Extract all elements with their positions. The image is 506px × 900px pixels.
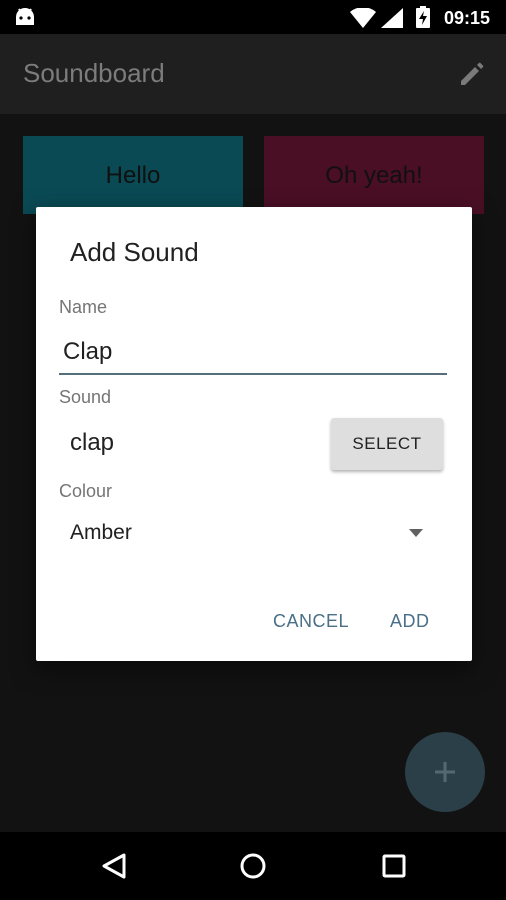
colour-dropdown[interactable]: Amber	[59, 507, 443, 557]
select-sound-button[interactable]: SELECT	[331, 418, 443, 470]
chevron-down-icon	[409, 529, 423, 537]
sound-tile-hello[interactable]: Hello	[23, 136, 243, 214]
add-button[interactable]: ADD	[390, 611, 430, 632]
battery-charging-icon	[416, 6, 430, 28]
status-time: 09:15	[444, 8, 491, 28]
name-field[interactable]	[59, 331, 447, 375]
wifi-icon	[350, 8, 376, 28]
plus-icon	[435, 762, 455, 782]
app-title: Soundboard	[23, 58, 165, 88]
signal-icon	[381, 8, 403, 28]
android-icon	[16, 8, 34, 25]
edit-icon[interactable]	[458, 60, 486, 88]
recents-icon[interactable]	[382, 854, 406, 878]
sound-tile-oh-yeah[interactable]: Oh yeah!	[264, 136, 484, 214]
app-bar: Soundboard	[0, 34, 506, 114]
sound-label: Sound	[59, 387, 112, 407]
navigation-bar	[0, 832, 506, 900]
dialog-title: Add Sound	[70, 237, 199, 267]
add-sound-dialog: Add Sound Name Sound clap SELECT Colour …	[36, 207, 472, 661]
back-icon[interactable]	[101, 852, 127, 880]
name-label: Name	[59, 297, 108, 317]
sound-tile-label: Oh yeah!	[325, 162, 423, 189]
sound-tile-label: Hello	[105, 162, 161, 189]
colour-label: Colour	[59, 481, 113, 501]
add-sound-fab[interactable]	[405, 732, 485, 812]
cancel-button[interactable]: CANCEL	[273, 611, 349, 632]
home-icon[interactable]	[239, 852, 267, 880]
status-bar: 09:15	[0, 0, 506, 34]
sound-value: clap	[70, 429, 115, 456]
colour-value: Amber	[70, 521, 132, 544]
